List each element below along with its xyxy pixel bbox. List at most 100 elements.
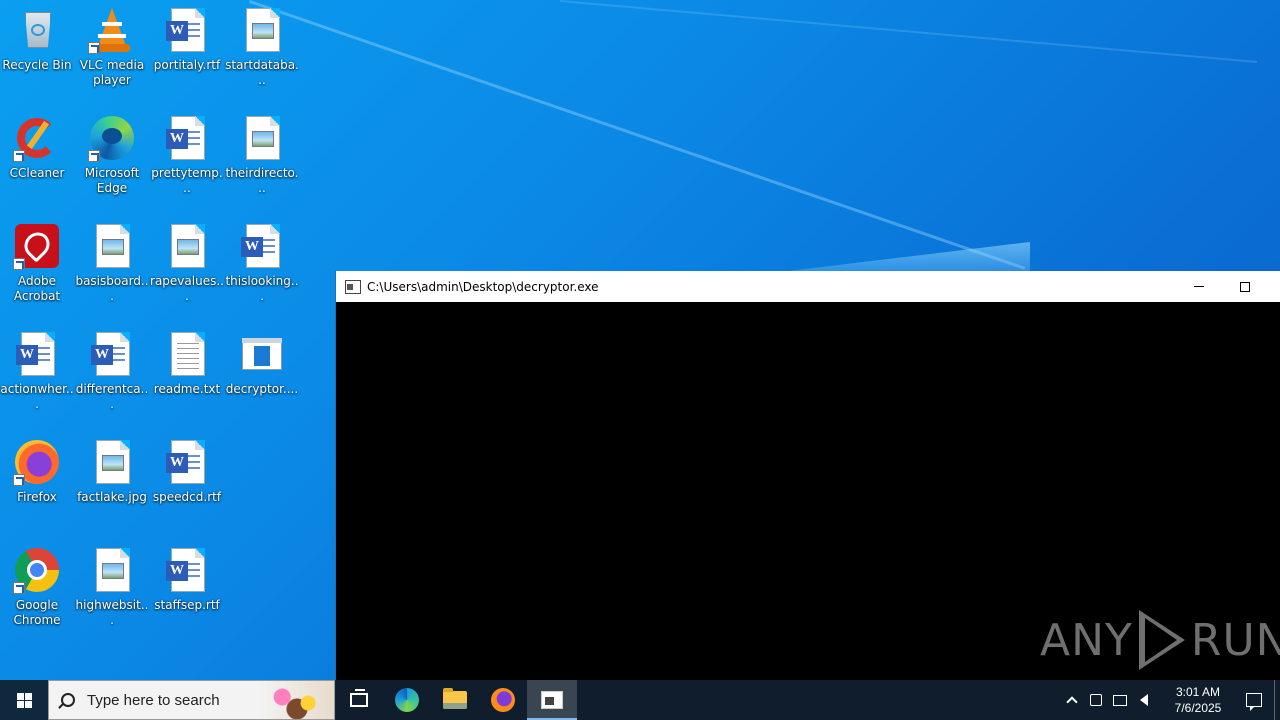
desktop-icon-label: Microsoft Edge — [84, 166, 140, 195]
desktop-icon-label: theirdirecto... — [225, 166, 299, 195]
search-icon — [61, 693, 75, 707]
task-view-button[interactable] — [335, 680, 383, 720]
show-desktop-button[interactable] — [1274, 680, 1280, 720]
taskbar: Type here to search 3:01 AM 7/6/2025 — [0, 680, 1280, 720]
system-tray: 3:01 AM 7/6/2025 — [1060, 680, 1280, 720]
chevron-up-icon — [1066, 696, 1078, 708]
start-button[interactable] — [0, 680, 48, 720]
word-document-icon: W — [238, 222, 286, 270]
firefox-icon — [13, 438, 61, 486]
desktop-icon-label: rapevalues... — [150, 274, 224, 303]
desktop-icon-basisboard[interactable]: basisboard... — [75, 222, 149, 304]
image-file-icon — [238, 6, 286, 54]
anyrun-watermark: ANY RUN — [1040, 608, 1280, 672]
desktop-icon-factlake[interactable]: factlake.jpg — [75, 438, 149, 505]
desktop-icon-label: Google Chrome — [13, 598, 61, 627]
task-view-icon — [350, 689, 368, 707]
desktop-icon-edge[interactable]: Microsoft Edge — [75, 114, 149, 196]
edge-icon — [395, 688, 419, 712]
search-placeholder: Type here to search — [87, 691, 220, 709]
tray-app-icon[interactable] — [1084, 680, 1108, 720]
desktop-icon-label: differentca... — [75, 382, 149, 411]
maximize-icon — [1240, 281, 1250, 292]
desktop-icon-label: factlake.jpg — [77, 490, 147, 504]
desktop-icon-rapevalues[interactable]: rapevalues... — [150, 222, 224, 304]
desktop-icon-theirdirecto[interactable]: theirdirecto... — [225, 114, 299, 196]
desktop-icon-label: staffsep.rtf — [154, 598, 220, 612]
image-file-icon — [88, 546, 136, 594]
windows-logo-icon — [16, 692, 32, 708]
desktop-icon-portitaly[interactable]: W portitaly.rtf — [150, 6, 224, 73]
play-logo-icon — [1138, 610, 1185, 670]
volume-button[interactable] — [1132, 680, 1156, 720]
minimize-button[interactable] — [1176, 271, 1222, 302]
desktop-icon-thislooking[interactable]: W thislooking... — [225, 222, 299, 304]
clock-time: 3:01 AM — [1175, 685, 1221, 699]
desktop-icon-label: Recycle Bin — [2, 58, 72, 72]
desktop-icon-google-chrome[interactable]: Google Chrome — [0, 546, 74, 628]
show-hidden-icons-button[interactable] — [1060, 680, 1084, 720]
word-document-icon: W — [163, 6, 211, 54]
network-icon — [1113, 694, 1127, 706]
notification-center-button[interactable] — [1234, 680, 1274, 720]
clock-date: 7/6/2025 — [1174, 701, 1222, 715]
desktop-icon-label: decryptor.... — [225, 382, 299, 396]
console-window-title: C:\Users\admin\Desktop\decryptor.exe — [367, 279, 599, 294]
word-document-icon: W — [163, 546, 211, 594]
desktop-icon-prettytemp[interactable]: W prettytemp... — [150, 114, 224, 196]
desktop-icon-label: readme.txt — [153, 382, 221, 396]
desktop-icon-ccleaner[interactable]: CCleaner — [0, 114, 74, 181]
tray-device-icon — [1090, 694, 1102, 706]
search-highlight-image — [260, 681, 334, 719]
word-document-icon: W — [163, 114, 211, 162]
watermark-text-right: RUN — [1190, 614, 1280, 666]
folder-icon — [443, 688, 467, 709]
desktop-icon-firefox[interactable]: Firefox — [0, 438, 74, 505]
desktop-icon-readme[interactable]: readme.txt — [150, 330, 224, 397]
desktop-icon-label: portitaly.rtf — [153, 58, 221, 72]
network-button[interactable] — [1108, 680, 1132, 720]
desktop-icon-label: speedcd.rtf — [152, 490, 222, 504]
desktop-icon-actionwher[interactable]: W actionwher... — [0, 330, 74, 412]
image-file-icon — [238, 114, 286, 162]
minimize-icon — [1194, 286, 1204, 287]
image-file-icon — [88, 222, 136, 270]
image-file-icon — [163, 222, 211, 270]
executable-icon — [238, 330, 286, 378]
taskbar-file-explorer-button[interactable] — [431, 680, 479, 720]
taskbar-edge-button[interactable] — [383, 680, 431, 720]
vlc-icon — [88, 6, 136, 54]
taskbar-firefox-button[interactable] — [479, 680, 527, 720]
acrobat-icon — [13, 222, 61, 270]
taskbar-clock[interactable]: 3:01 AM 7/6/2025 — [1162, 684, 1234, 716]
desktop-icon-label: thislooking... — [225, 274, 299, 303]
desktop-icon-staffsep[interactable]: W staffsep.rtf — [150, 546, 224, 613]
watermark-text-left: ANY — [1040, 614, 1133, 666]
desktop-icon-recycle-bin[interactable]: Recycle Bin — [0, 6, 74, 73]
desktop-icon-differentca[interactable]: W differentca... — [75, 330, 149, 412]
text-file-icon — [163, 330, 211, 378]
desktop-icon-decryptor[interactable]: decryptor.... — [225, 330, 299, 397]
word-document-icon: W — [13, 330, 61, 378]
chrome-icon — [13, 546, 61, 594]
desktop-icon-label: Firefox — [17, 490, 57, 504]
ccleaner-icon — [13, 114, 61, 162]
desktop-icon-vlc[interactable]: VLC media player — [75, 6, 149, 88]
desktop-icon-adobe-acrobat[interactable]: Adobe Acrobat — [0, 222, 74, 304]
desktop-icon-label: basisboard... — [75, 274, 149, 303]
desktop-icon-label: CCleaner — [9, 166, 65, 180]
desktop-icon-label: startdataba... — [225, 58, 299, 87]
maximize-button[interactable] — [1222, 271, 1268, 302]
taskbar-console-button[interactable] — [527, 680, 577, 720]
taskbar-search-box[interactable]: Type here to search — [48, 680, 335, 720]
desktop-icon-label: Adobe Acrobat — [13, 274, 61, 303]
desktop-icon-label: highwebsit... — [75, 598, 149, 627]
notification-icon — [1246, 693, 1262, 711]
desktop-icon-speedcd[interactable]: W speedcd.rtf — [150, 438, 224, 505]
desktop-icon-highwebsit[interactable]: highwebsit... — [75, 546, 149, 628]
console-titlebar[interactable]: C:\Users\admin\Desktop\decryptor.exe — [336, 271, 1280, 302]
desktop-icon-startdataba[interactable]: startdataba... — [225, 6, 299, 88]
word-document-icon: W — [163, 438, 211, 486]
console-app-icon — [345, 279, 361, 294]
desktop-icon-label: VLC media player — [79, 58, 145, 87]
